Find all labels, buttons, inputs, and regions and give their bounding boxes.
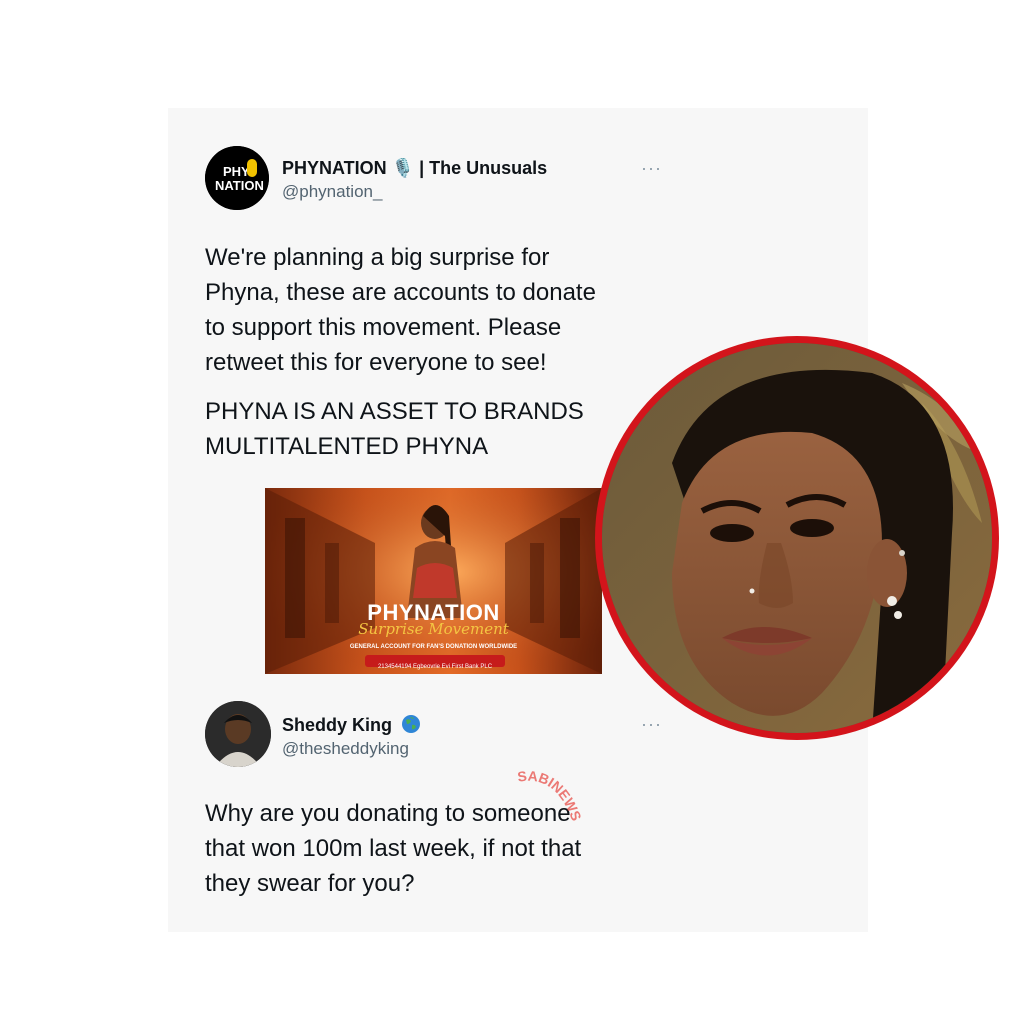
avatar-sheddyking[interactable]: [205, 701, 271, 767]
portrait-image: [602, 343, 992, 733]
tweet2-display-name[interactable]: Sheddy King: [282, 714, 421, 736]
tweet1-line: MULTITALENTED PHYNA: [205, 433, 489, 460]
watermark-text: SABINEWS: [516, 768, 584, 823]
avatar-text-top: PHY: [223, 164, 250, 179]
portrait-photo: [602, 343, 992, 733]
phynation-logo-icon: PHY NATION: [205, 146, 269, 210]
avatar-phynation[interactable]: PHY NATION: [205, 146, 269, 210]
tweet1-line: PHYNA IS AN ASSET TO BRANDS: [205, 398, 584, 425]
tweet2-handle[interactable]: @thesheddyking: [282, 739, 409, 759]
tweet1-line: to support this movement. Please: [205, 314, 562, 341]
media-account-badge: 2134544194 Egbeovrie Evi First Bank PLC: [365, 655, 505, 670]
tweet2-name-text: Sheddy King: [282, 715, 393, 735]
tweet1-text-2: PHYNA IS AN ASSET TO BRANDS MULTITALENTE…: [205, 394, 584, 464]
tweet1-more-icon[interactable]: ···: [641, 158, 662, 179]
globe-icon: [402, 715, 421, 733]
tweet1-line: Phyna, these are accounts to donate: [205, 279, 596, 306]
tweet1-text: We're planning a big surprise for Phyna,…: [205, 240, 596, 380]
media-subtitle: GENERAL ACCOUNT FOR FAN'S DONATION WORLD…: [349, 644, 518, 650]
media-account: 2134544194 Egbeovrie Evi First Bank PLC: [377, 664, 493, 670]
avatar-text-bottom: NATION: [215, 178, 264, 193]
tweet1-line: We're planning a big surprise for: [205, 244, 550, 271]
tweet2-line: they swear for you?: [205, 870, 415, 897]
watermark-arc: SABINEWS: [516, 768, 584, 823]
tweet1-line: retweet this for everyone to see!: [205, 349, 547, 376]
tweet1-handle[interactable]: @phynation_: [282, 182, 382, 202]
portrait-frame: [595, 336, 999, 740]
svg-text:SABINEWS: SABINEWS: [516, 768, 584, 823]
user-photo-icon: [205, 701, 271, 767]
media-script: Surprise Movement: [358, 620, 509, 638]
watermark: SABINEWS: [508, 762, 608, 862]
tweet1-display-name[interactable]: PHYNATION 🎙️ | The Unusuals: [282, 158, 547, 179]
tweet2-more-icon[interactable]: ···: [641, 714, 662, 735]
tweet1-media-image[interactable]: PHYNATION Surprise Movement GENERAL ACCO…: [265, 488, 602, 674]
